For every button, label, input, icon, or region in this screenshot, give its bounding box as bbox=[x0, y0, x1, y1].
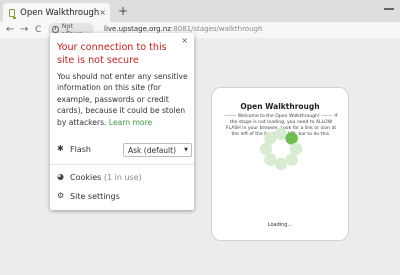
popup-title: Your connection to this site is not secu… bbox=[57, 42, 167, 66]
cookies-count: (1 in use) bbox=[103, 173, 142, 182]
monitor-favicon-icon bbox=[9, 8, 17, 19]
spinner-segment bbox=[264, 153, 277, 166]
minimize-icon[interactable] bbox=[384, 8, 394, 10]
back-button[interactable]: ← bbox=[6, 24, 14, 36]
spinner-segment bbox=[259, 142, 273, 156]
site-settings-label: Site settings bbox=[70, 192, 120, 201]
chevron-down-icon: ▼ bbox=[184, 147, 188, 153]
popup-close-icon[interactable]: × bbox=[181, 36, 188, 45]
info-icon: i bbox=[52, 26, 59, 33]
url-text[interactable]: live.upstage.org.nz:8081/stages/walkthro… bbox=[104, 25, 262, 33]
loading-text: Loading... bbox=[267, 222, 293, 228]
cookies-text: Cookies bbox=[70, 173, 102, 182]
flash-label: Flash bbox=[70, 145, 91, 154]
gear-icon: ⚙ bbox=[57, 191, 65, 200]
puzzle-icon: ✱ bbox=[57, 144, 64, 153]
tab-title: Open Walkthrough bbox=[20, 7, 100, 18]
browser-tab[interactable]: Open Walkthrough × bbox=[3, 3, 110, 22]
url-path: :8081/stages/walkthrough bbox=[170, 25, 263, 33]
spinner-segment bbox=[264, 132, 277, 145]
learn-more-link[interactable]: Learn more bbox=[109, 118, 152, 127]
site-info-popup: × Your connection to this site is not se… bbox=[50, 33, 194, 210]
cookie-icon: ◕ bbox=[57, 172, 64, 181]
spinner-segment bbox=[274, 127, 288, 141]
loading-card: Open Walkthrough ------- Welcome to the … bbox=[211, 87, 349, 241]
new-tab-button[interactable]: + bbox=[118, 4, 128, 18]
flash-select-value: Ask (default) bbox=[128, 146, 177, 155]
flash-permission-select[interactable]: Ask (default) ▼ bbox=[123, 143, 192, 157]
spinner-segment bbox=[274, 157, 288, 171]
flash-permission-row: ✱ Flash Ask (default) ▼ bbox=[57, 143, 192, 157]
spinner-segment bbox=[289, 142, 303, 156]
tab-strip: Open Walkthrough × + bbox=[0, 0, 400, 22]
loading-spinner bbox=[259, 127, 303, 171]
cookies-label: Cookies (1 in use) bbox=[70, 173, 142, 182]
spinner-segment bbox=[285, 153, 298, 166]
tab-close-icon[interactable]: × bbox=[99, 8, 106, 17]
reload-button[interactable]: C bbox=[35, 24, 41, 36]
spinner-segment bbox=[285, 132, 298, 145]
forward-button[interactable]: → bbox=[20, 24, 28, 36]
divider bbox=[50, 164, 194, 165]
url-host: live.upstage.org.nz bbox=[104, 25, 171, 33]
card-title: Open Walkthrough bbox=[240, 102, 320, 111]
cookies-row[interactable]: ◕ Cookies (1 in use) bbox=[57, 172, 187, 184]
popup-body: You should not enter any sensitive infor… bbox=[57, 71, 191, 128]
site-settings-row[interactable]: ⚙ Site settings bbox=[57, 191, 187, 203]
